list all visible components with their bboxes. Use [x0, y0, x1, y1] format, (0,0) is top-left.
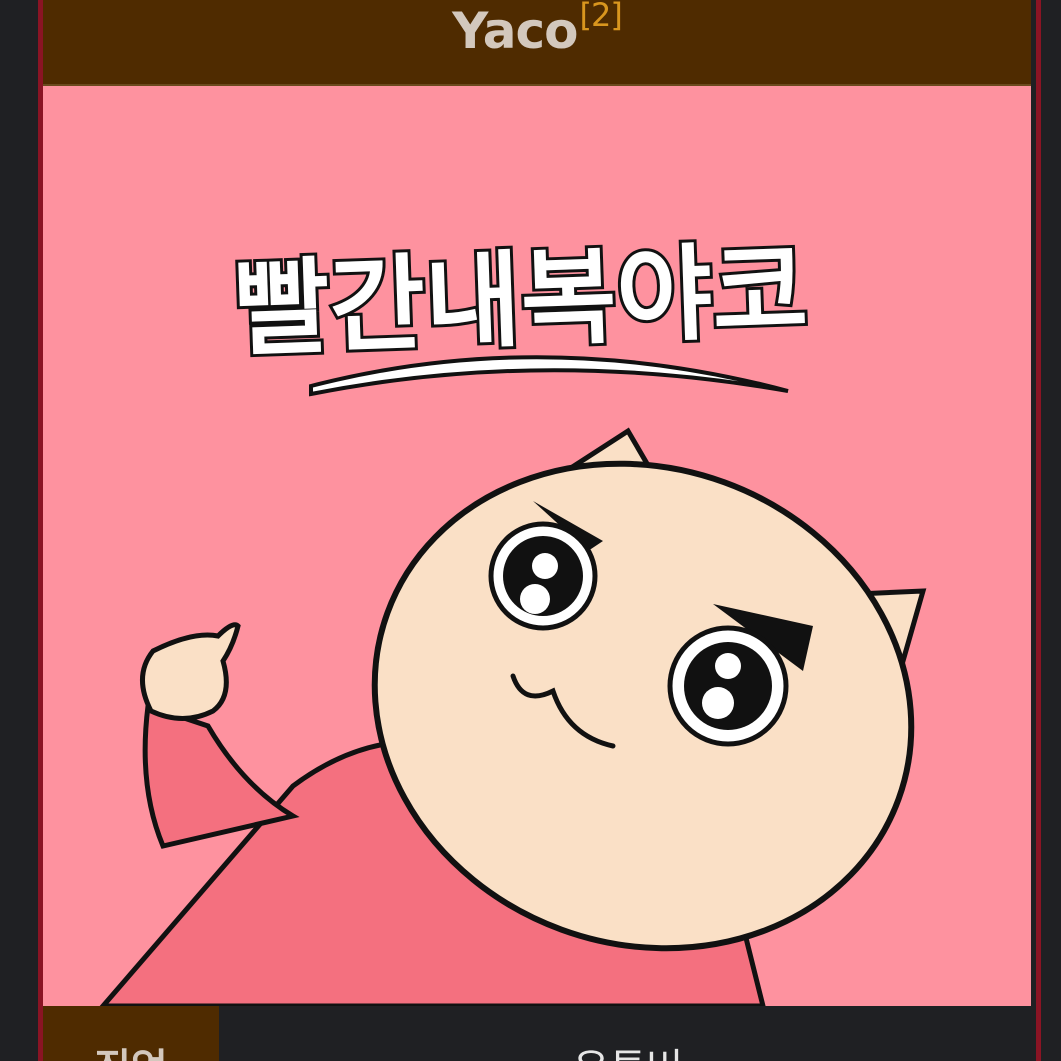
footnote-link[interactable]: [2]	[580, 0, 623, 34]
profile-infobox: Yaco[2] 빨간내복야코	[38, 0, 1041, 1061]
logo-text: 빨간내복야코	[232, 229, 810, 371]
row-label: 직업	[43, 1006, 219, 1061]
character-illustration: 빨간내복야코	[99, 226, 927, 1006]
logo-lettering: 빨간내복야코	[229, 226, 813, 397]
row-value: 유튜버	[219, 1006, 1031, 1061]
title-text: Yaco	[452, 2, 578, 60]
character-image: 빨간내복야코	[43, 86, 1031, 1006]
info-row-occupation: 직업 유튜버	[43, 1006, 1031, 1061]
page-title: Yaco[2]	[452, 0, 623, 60]
infobox-header: Yaco[2]	[43, 0, 1031, 86]
